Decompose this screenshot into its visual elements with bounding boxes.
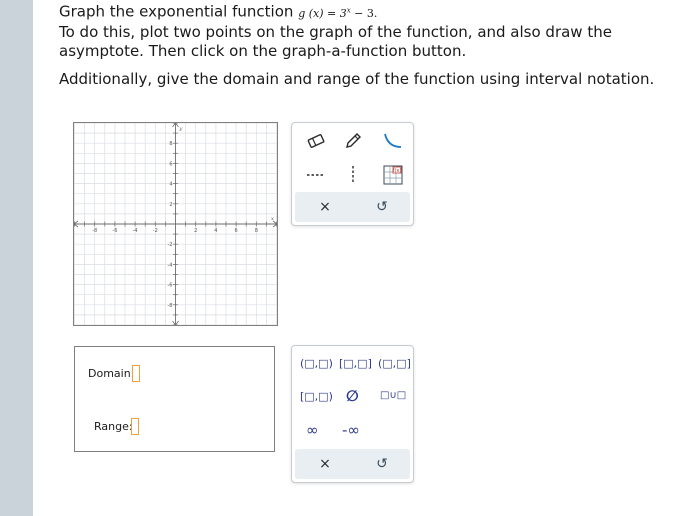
pencil-icon: [346, 133, 361, 148]
y-tick-label: -2: [168, 242, 173, 248]
y-tick-label: -8: [168, 303, 173, 309]
y-axis-label: y: [179, 126, 183, 132]
negative-infinity-button[interactable]: -∞: [342, 421, 360, 439]
clear-graph-button[interactable]: ×: [295, 192, 355, 222]
function-expression: g (x) = 3x − 3.: [298, 6, 378, 20]
instruction-line-2: To do this, plot two points on the graph…: [59, 22, 612, 60]
x-axis-label: x: [271, 216, 274, 222]
domain-input[interactable]: [132, 365, 140, 382]
domain-label: Domain:: [88, 367, 135, 380]
instruction-line-1: Graph the exponential function g (x) = 3…: [59, 2, 378, 21]
dashed-line-tool-button[interactable]: [301, 163, 331, 187]
clear-interval-button[interactable]: ×: [295, 449, 355, 479]
infinity-button[interactable]: ∞: [306, 421, 319, 439]
interval-tools-panel: (□,□) [□,□] (□,□] [□,□) ∅ □∪□ ∞ -∞ × ↺: [291, 345, 414, 483]
y-tick-label: 4: [169, 182, 172, 188]
x-tick-label: 8: [255, 228, 258, 234]
graph-tools-panel: f(x) × ↺: [291, 122, 414, 226]
graph-canvas[interactable]: -8 -6 -4 -2 2 4 6 8 8 6 4 2 -2 -4 -6 -8 x y: [73, 122, 278, 326]
y-tick-label: -6: [168, 283, 173, 289]
eraser-tool-button[interactable]: [301, 129, 331, 153]
y-tick-label: 2: [169, 202, 172, 208]
empty-set-button[interactable]: ∅: [346, 387, 359, 405]
function-grid-icon: f(x): [383, 165, 403, 185]
x-tick-label: -6: [112, 228, 117, 234]
interval-tools-footer: × ↺: [295, 449, 410, 479]
graph-svg[interactable]: -8 -6 -4 -2 2 4 6 8 8 6 4 2 -2 -4 -6 -8 x y: [74, 123, 277, 325]
curve-tool-button[interactable]: [378, 129, 408, 153]
instruction-line-3: Additionally, give the domain and range …: [59, 69, 655, 88]
x-tick-label: 4: [214, 228, 217, 234]
range-label: Range:: [94, 420, 133, 433]
svg-text:f(x): f(x): [393, 168, 402, 174]
x-tick-label: -4: [133, 228, 138, 234]
eraser-icon: [307, 134, 325, 148]
x-tick-label: 6: [235, 228, 238, 234]
undo-interval-button[interactable]: ↺: [352, 449, 412, 479]
instructions: Graph the exponential function g (x) = 3…: [59, 1, 679, 89]
left-sidebar: [0, 0, 33, 516]
vertical-dashed-line-tool-button[interactable]: [338, 163, 368, 187]
vertical-dashed-line-icon: [352, 166, 354, 184]
domain-range-box: Domain: Range:: [74, 346, 275, 452]
dashed-line-icon: [307, 174, 325, 176]
graph-tools-footer: × ↺: [295, 192, 410, 222]
half-open-right-interval-button[interactable]: (□,□]: [378, 357, 411, 370]
curve-icon: [384, 133, 402, 148]
x-tick-label: 2: [194, 228, 197, 234]
half-open-left-interval-button[interactable]: [□,□): [300, 390, 333, 403]
graph-a-function-button[interactable]: f(x): [378, 163, 408, 187]
closed-interval-button[interactable]: [□,□]: [339, 357, 372, 370]
y-tick-label: 8: [169, 141, 172, 147]
undo-graph-button[interactable]: ↺: [352, 192, 412, 222]
open-interval-button[interactable]: (□,□): [300, 357, 333, 370]
x-tick-label: -2: [153, 228, 158, 234]
y-tick-label: 6: [169, 161, 172, 167]
union-button[interactable]: □∪□: [380, 390, 406, 401]
range-input[interactable]: [131, 418, 139, 435]
pencil-tool-button[interactable]: [338, 129, 368, 153]
y-tick-label: -4: [168, 262, 173, 268]
x-tick-label: -8: [92, 228, 97, 234]
